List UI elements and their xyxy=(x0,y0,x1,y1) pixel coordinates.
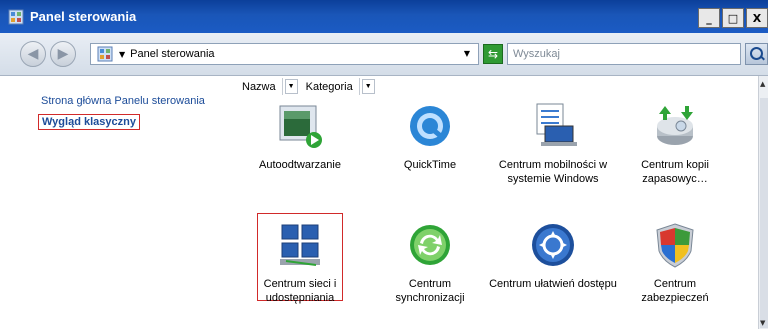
column-header-category[interactable]: Kategoria ▼ xyxy=(300,76,377,97)
sync-center-icon xyxy=(406,221,454,269)
item-label: Centrum ułatwień dostępu xyxy=(489,278,617,290)
classic-view-highlight: Wygląd klasyczny xyxy=(38,114,140,130)
breadcrumb-arrow-icon[interactable]: ▼ xyxy=(119,50,125,59)
autoplay-icon xyxy=(276,102,324,150)
maximize-button[interactable]: □ xyxy=(722,8,744,28)
quicktime-icon xyxy=(406,102,454,150)
list-item[interactable]: Centrum synchronizacji xyxy=(380,221,480,305)
breadcrumb[interactable]: Panel sterowania xyxy=(130,48,214,60)
navigation-toolbar: ◀ ▶ ▼ Panel sterowania ▼ ⇆ Wyszukaj xyxy=(0,33,768,76)
item-label: Autoodtwarzanie xyxy=(259,159,341,171)
items-view: Autoodtwarzanie QuickTime Centrum mobiln xyxy=(236,97,758,329)
item-label: QuickTime xyxy=(403,159,457,171)
forward-button[interactable]: ▶ xyxy=(50,41,76,67)
back-icon: ◀ xyxy=(27,46,39,62)
forward-icon: ▶ xyxy=(57,46,69,62)
list-item[interactable]: Centrum sieci i udostępniania xyxy=(250,221,350,305)
list-item[interactable]: QuickTime xyxy=(380,102,480,172)
column-header-bar: Nazwa ▼ Kategoria ▼ xyxy=(236,76,758,98)
item-label: Centrum mobilności w systemie Windows xyxy=(498,159,608,185)
item-label: Centrum zabezpieczeń xyxy=(641,278,709,304)
control-panel-icon xyxy=(97,46,113,62)
scroll-up-icon[interactable]: ▲ xyxy=(760,80,765,88)
list-item[interactable]: Centrum kopii zapasowyc… xyxy=(625,102,725,186)
control-panel-icon xyxy=(8,9,24,24)
search-input[interactable]: Wyszukaj xyxy=(507,43,741,65)
list-item[interactable]: Centrum zabezpieczeń xyxy=(625,221,725,305)
window-controls: _ □ X xyxy=(698,8,768,28)
column-header-name[interactable]: Nazwa ▼ xyxy=(236,76,300,97)
control-panel-home-link[interactable]: Strona główna Panelu sterowania xyxy=(41,95,205,107)
refresh-button[interactable]: ⇆ xyxy=(483,44,503,64)
mobility-center-icon xyxy=(529,102,577,150)
address-bar[interactable]: ▼ Panel sterowania ▼ xyxy=(90,43,479,65)
backup-center-icon xyxy=(651,102,699,150)
vertical-scrollbar[interactable]: ▲ ▼ xyxy=(758,76,768,329)
classic-view-link[interactable]: Wygląd klasyczny xyxy=(38,114,140,130)
column-dropdown-icon[interactable]: ▼ xyxy=(284,79,298,94)
address-dropdown-icon[interactable]: ▼ xyxy=(464,49,470,58)
list-item[interactable]: Autoodtwarzanie xyxy=(250,102,350,172)
list-item[interactable]: Centrum ułatwień dostępu xyxy=(489,221,617,291)
security-center-icon xyxy=(651,221,699,269)
search-button[interactable] xyxy=(745,43,768,65)
network-center-icon xyxy=(276,221,324,269)
window-title: Panel sterowania xyxy=(30,9,137,24)
refresh-icon: ⇆ xyxy=(487,47,499,61)
column-dropdown-icon[interactable]: ▼ xyxy=(361,79,375,94)
close-button[interactable]: X xyxy=(746,8,768,28)
scrollbar-thumb[interactable] xyxy=(760,98,768,328)
title-bar: Panel sterowania _ □ X xyxy=(0,0,768,33)
scroll-down-icon[interactable]: ▼ xyxy=(760,319,765,327)
list-item[interactable]: Centrum mobilności w systemie Windows xyxy=(489,102,617,186)
minimize-button[interactable]: _ xyxy=(698,8,720,28)
item-label: Centrum sieci i udostępniania xyxy=(263,278,337,304)
item-label: Centrum kopii zapasowyc… xyxy=(641,159,709,185)
back-button[interactable]: ◀ xyxy=(20,41,46,67)
item-label: Centrum synchronizacji xyxy=(395,278,465,304)
ease-of-access-icon xyxy=(529,221,577,269)
